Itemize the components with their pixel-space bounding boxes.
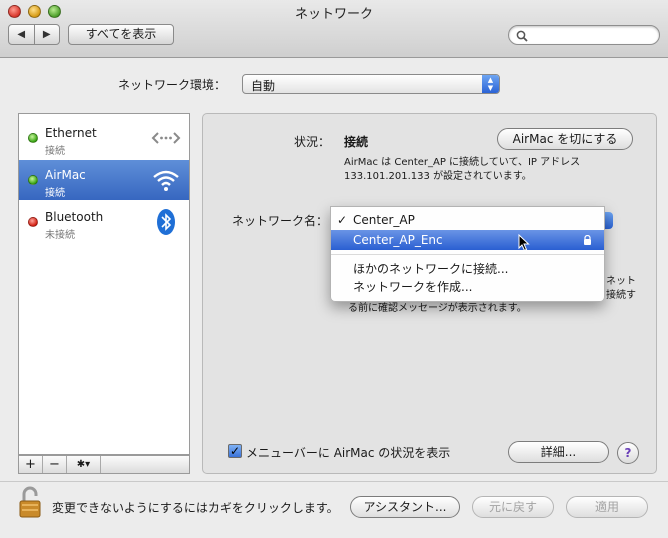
service-status: 接続: [45, 146, 65, 157]
service-list-toolbar: + − ✱▾: [18, 455, 190, 474]
mouse-pointer-icon: [518, 234, 530, 252]
lock-icon: [584, 235, 591, 245]
assistant-button[interactable]: アシスタント...: [350, 496, 460, 518]
service-status: 未接続: [45, 230, 75, 241]
status-description-line2: 133.101.201.133 が設定されています。: [344, 171, 532, 182]
status-label: 状況：: [294, 135, 331, 149]
remove-service-button[interactable]: −: [43, 456, 67, 473]
forward-button[interactable]: ▶: [35, 25, 60, 44]
status-dot: [28, 133, 38, 143]
location-label: ネットワーク環境：: [118, 78, 227, 92]
lock-message: 変更できないようにするにはカギをクリックします。: [52, 501, 339, 515]
menu-item-label: Center_AP: [353, 213, 415, 227]
status-value: 接続: [344, 135, 369, 149]
show-status-checkbox[interactable]: ✓: [228, 444, 242, 458]
menu-item-center-ap-enc[interactable]: Center_AP_Enc: [331, 230, 604, 250]
window-title: ネットワーク: [294, 7, 373, 22]
search-field[interactable]: [508, 25, 660, 45]
status-dot: [28, 217, 38, 227]
back-forward-control: ◀ ▶: [8, 24, 60, 45]
service-item-ethernet[interactable]: Ethernet 接続: [19, 118, 189, 158]
footer-divider: [0, 481, 668, 482]
menu-item-label: Center_AP_Enc: [353, 233, 443, 247]
add-service-button[interactable]: +: [19, 456, 43, 473]
status-description-line1: AirMac は Center_AP に接続していて、IP アドレス: [344, 157, 581, 168]
network-name-label: ネットワーク名：: [232, 214, 329, 228]
action-gear-button[interactable]: ✱▾: [67, 456, 101, 473]
service-item-airmac[interactable]: AirMac 接続: [19, 160, 189, 200]
ethernet-icon: [151, 132, 181, 144]
search-icon: [516, 30, 528, 42]
network-popup-edge[interactable]: [604, 212, 613, 229]
obscured-text: 接続す: [606, 290, 636, 301]
back-button[interactable]: ◀: [9, 25, 35, 44]
checkmark-icon: ✓: [337, 213, 348, 227]
service-item-bluetooth[interactable]: Bluetooth 未接続: [19, 202, 189, 242]
popup-arrows-icon: ▲ ▼: [482, 75, 499, 93]
service-status: 接続: [45, 188, 65, 199]
advanced-button[interactable]: 詳細...: [508, 441, 609, 463]
service-name: Ethernet: [45, 126, 97, 140]
apply-button[interactable]: 適用: [566, 496, 648, 518]
menu-separator: [331, 254, 604, 255]
wifi-icon: [153, 170, 179, 191]
obscured-text: ネット: [606, 276, 636, 287]
status-dot: [28, 175, 38, 185]
menu-item-center-ap[interactable]: ✓ Center_AP: [331, 210, 604, 230]
location-value: 自動: [251, 79, 276, 93]
help-button[interactable]: ?: [617, 442, 639, 464]
bluetooth-icon: [157, 209, 175, 235]
turn-airmac-off-button[interactable]: AirMac を切にする: [497, 128, 633, 150]
menu-item-join-other[interactable]: ほかのネットワークに接続...: [331, 259, 604, 279]
location-popup[interactable]: 自動 ▲ ▼: [242, 74, 500, 94]
network-name-menu: ✓ Center_AP Center_AP_Enc ほかのネットワークに接続..…: [330, 206, 605, 302]
service-name: Bluetooth: [45, 210, 104, 224]
menu-item-create-network[interactable]: ネットワークを作成...: [331, 277, 604, 297]
show-status-label: メニューバーに AirMac の状況を表示: [246, 446, 451, 460]
service-name: AirMac: [45, 168, 86, 182]
show-all-button[interactable]: すべてを表示: [68, 24, 174, 45]
revert-button[interactable]: 元に戻す: [472, 496, 554, 518]
lock-icon[interactable]: [18, 486, 44, 520]
service-list: Ethernet 接続 AirMac 接続 Bluetooth 未接続: [18, 113, 190, 455]
